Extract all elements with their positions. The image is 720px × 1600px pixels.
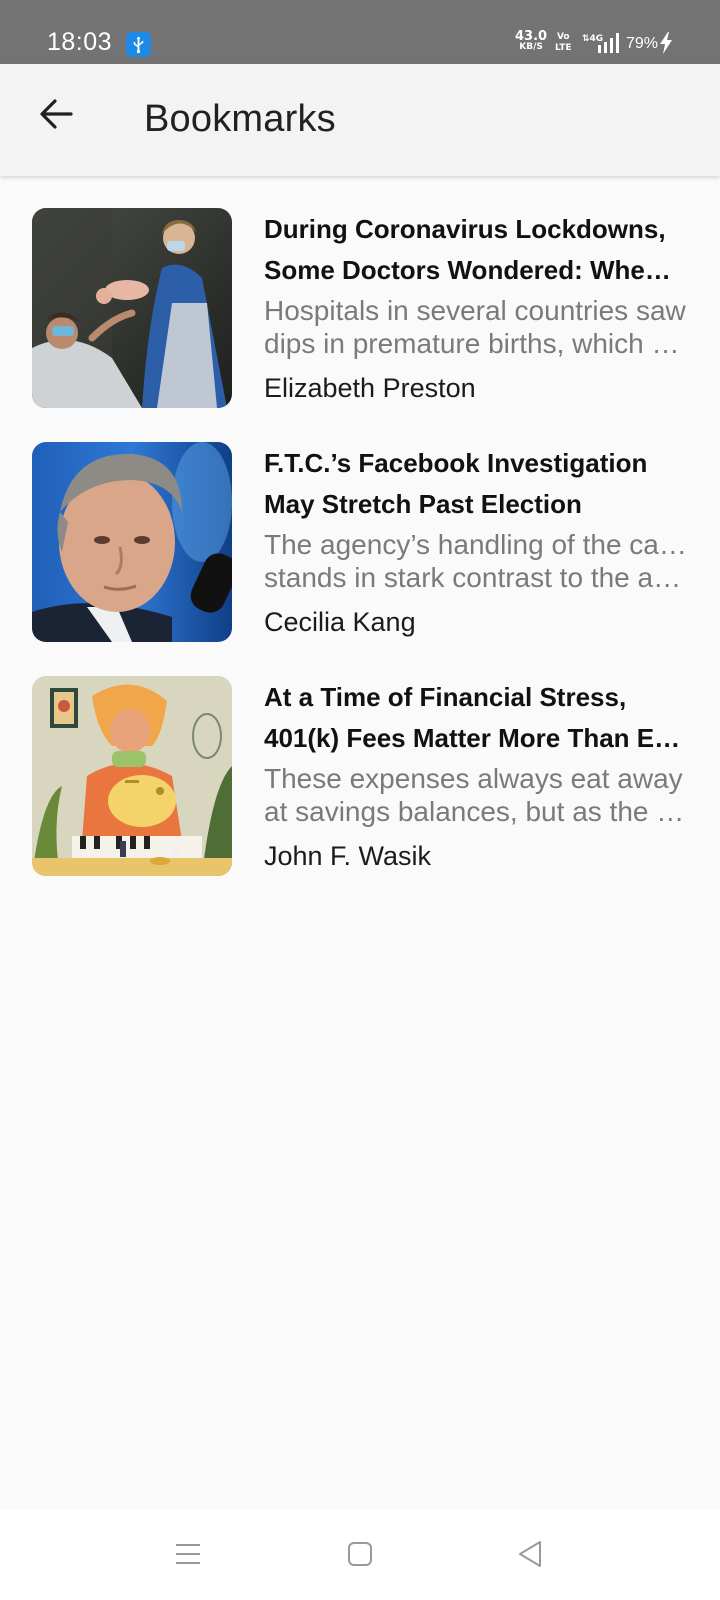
system-back-button[interactable] [500, 1528, 560, 1584]
bookmark-item[interactable]: At a Time of Financial Stress, 401(k) Fe… [0, 676, 720, 910]
article-summary-line2: stands in stark contrast to the an… [264, 562, 688, 593]
article-thumbnail [32, 442, 232, 642]
article-author: Elizabeth Preston [264, 373, 476, 403]
volte-indicator: Vo LTE [555, 32, 572, 54]
article-title-line2: Some Doctors Wondered: Whe… [264, 255, 671, 285]
article-text: F.T.C.’s Facebook Investigation May Stre… [264, 442, 688, 639]
battery-level: 79% [626, 35, 659, 52]
usb-icon [126, 32, 151, 57]
status-bar: 18:03 43.0 KB/S Vo LTE ⇅4G 79% [0, 0, 720, 64]
article-summary-line1: Hospitals in several countries saw [264, 295, 686, 326]
charging-icon [659, 32, 673, 59]
back-button[interactable] [26, 86, 86, 146]
article-summary-line2: dips in premature births, which c… [264, 328, 688, 359]
status-time: 18:03 [47, 28, 113, 56]
bookmark-item[interactable]: F.T.C.’s Facebook Investigation May Stre… [0, 442, 720, 676]
article-author: John F. Wasik [264, 841, 432, 871]
article-summary-line2: at savings balances, but as the p… [264, 796, 688, 827]
bookmark-item[interactable]: During Coronavirus Lockdowns, Some Docto… [0, 208, 720, 442]
article-thumbnail [32, 208, 232, 408]
doctors-newborn-photo [32, 208, 232, 408]
svg-text:⇅4G: ⇅4G [582, 34, 603, 44]
home-square-icon [347, 1541, 373, 1572]
man-portrait-photo [32, 442, 232, 642]
article-text: At a Time of Financial Stress, 401(k) Fe… [264, 676, 688, 873]
navigation-bar [0, 1510, 720, 1600]
article-summary-line1: These expenses always eat away [264, 763, 683, 794]
app-bar: Bookmarks [0, 64, 720, 176]
article-title-line2: May Stretch Past Election [264, 489, 582, 519]
arrow-back-icon [38, 96, 74, 137]
article-summary-line1: The agency’s handling of the case [264, 529, 688, 560]
page-title: Bookmarks [144, 98, 336, 140]
piggy-bank-illustration [32, 676, 232, 876]
article-text: During Coronavirus Lockdowns, Some Docto… [264, 208, 688, 405]
network-speed: 43.0 KB/S [515, 29, 548, 53]
back-triangle-icon [517, 1540, 543, 1573]
article-thumbnail [32, 676, 232, 876]
network-speed-unit: KB/S [519, 42, 543, 52]
menu-button[interactable] [158, 1528, 218, 1584]
article-title-line1: F.T.C.’s Facebook Investigation [264, 448, 648, 478]
signal-4g-icon: ⇅4G [582, 32, 622, 59]
volte-top: Vo [556, 32, 570, 42]
menu-icon [174, 1542, 202, 1571]
volte-bottom: LTE [555, 43, 572, 53]
home-button[interactable] [330, 1528, 390, 1584]
article-title-line2: 401(k) Fees Matter More Than E… [264, 723, 681, 753]
article-title-line1: At a Time of Financial Stress, [264, 682, 627, 712]
article-title-line1: During Coronavirus Lockdowns, [264, 214, 666, 244]
bookmark-list: During Coronavirus Lockdowns, Some Docto… [0, 208, 720, 910]
network-speed-value: 43.0 [515, 29, 548, 44]
article-author: Cecilia Kang [264, 607, 416, 637]
